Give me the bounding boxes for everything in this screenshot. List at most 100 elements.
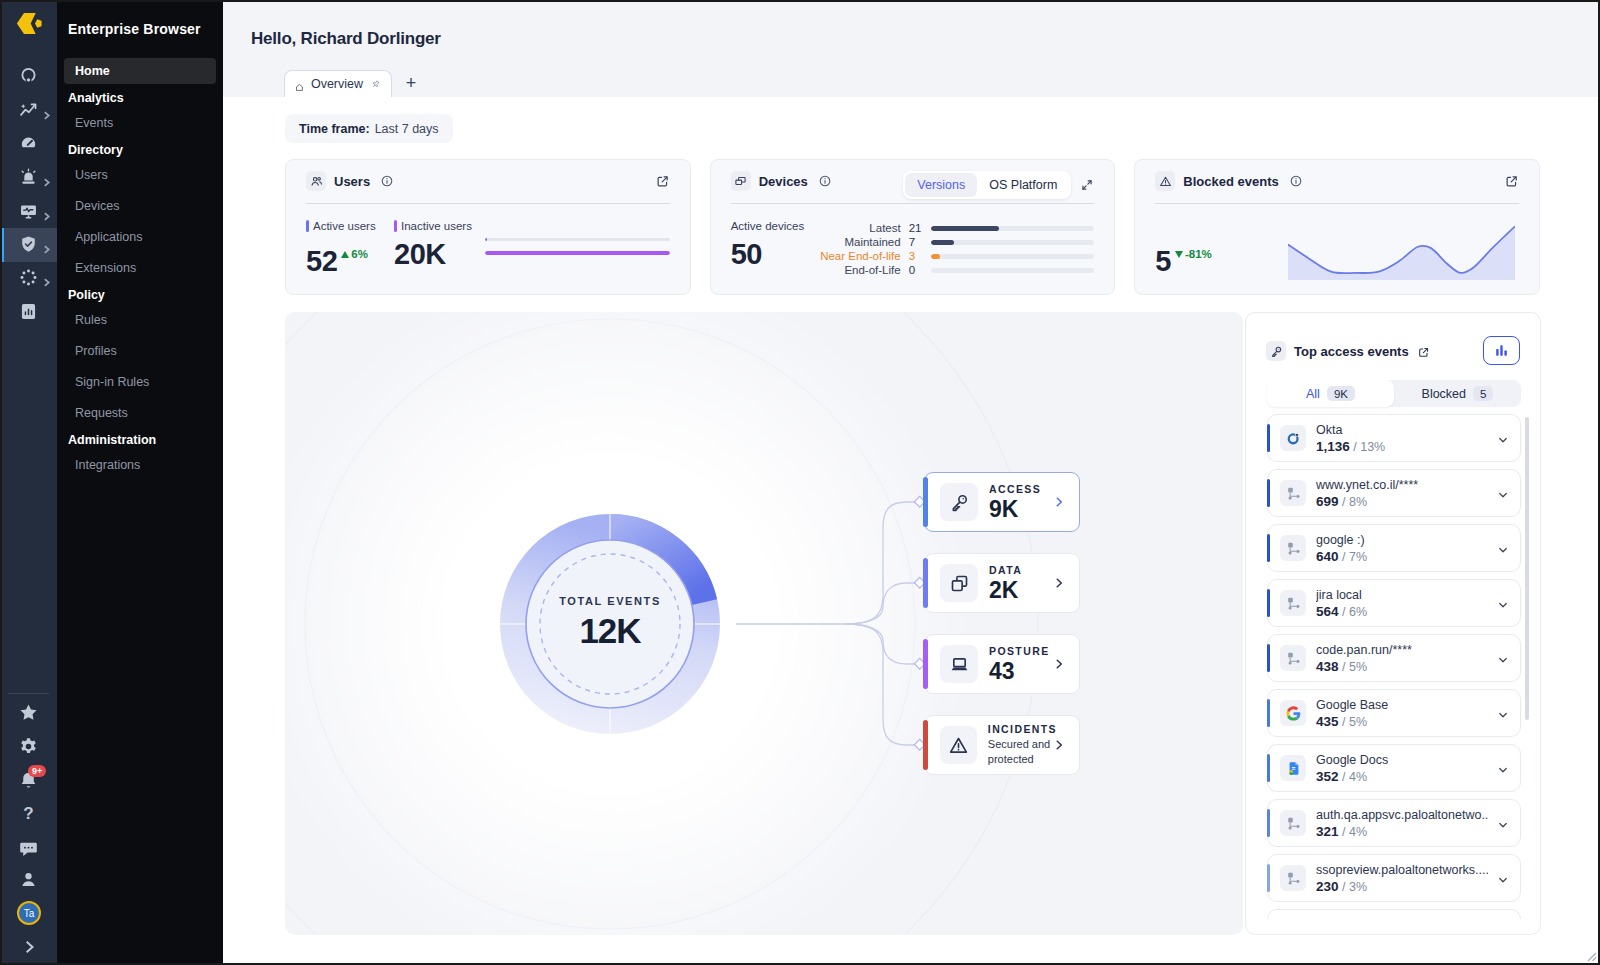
sidebar-item-integrations[interactable]: Integrations (57, 450, 223, 481)
event-name: Okta (1316, 423, 1385, 437)
incidents-node-card[interactable]: INCIDENTS Secured andprotected (924, 715, 1080, 775)
sidebar-item-profiles[interactable]: Profiles (57, 336, 223, 367)
chevron-down-icon[interactable] (1497, 817, 1509, 829)
event-pct: 8% (1349, 495, 1367, 509)
device-row-value: 0 (909, 264, 931, 276)
row-text: jira local564 / 6% (1316, 588, 1367, 619)
sidebar-item-rules[interactable]: Rules (57, 305, 223, 336)
alerts-expand-chevron-icon[interactable] (42, 173, 51, 182)
chevron-down-icon[interactable] (1497, 762, 1509, 774)
warning-triangle-icon (1155, 171, 1175, 191)
tab-label: All (1306, 387, 1320, 401)
user-profile-icon[interactable] (18, 869, 39, 890)
access-event-row[interactable]: jira local564 / 6% (1267, 579, 1521, 627)
chevron-down-icon[interactable] (1497, 707, 1509, 719)
chat-icon[interactable] (18, 838, 39, 859)
data-node-card[interactable]: DATA 2K (924, 553, 1080, 613)
users-external-link-icon[interactable] (655, 174, 670, 189)
access-event-row[interactable]: www.ynet.co.il/****699 / 8% (1267, 469, 1521, 517)
access-accent-bar (923, 477, 928, 527)
top-band: Hello, Richard Dorlinger Overview + (223, 0, 1600, 97)
devices-expand-icon[interactable] (1080, 178, 1094, 192)
settings-gear-icon[interactable] (18, 736, 39, 757)
devices-expand-chevron-icon[interactable] (42, 207, 51, 216)
event-count: 1,136 (1316, 439, 1350, 454)
card-header: Users (306, 171, 670, 191)
users-info-icon[interactable] (380, 174, 394, 188)
user-avatar[interactable]: Ta (17, 901, 41, 925)
policy-expand-chevron-icon[interactable] (42, 240, 51, 249)
sidebar-item-users[interactable]: Users (57, 160, 223, 191)
access-event-row[interactable]: Google Base435 / 5% (1267, 689, 1521, 737)
brand-logo-icon[interactable] (14, 11, 44, 41)
chevron-down-icon[interactable] (1497, 542, 1509, 554)
tab-overview[interactable]: Overview (284, 70, 392, 97)
chevron-down-icon[interactable] (1497, 597, 1509, 609)
access-event-row[interactable]: code.pan.run/****438 / 5% (1267, 634, 1521, 682)
alerts-siren-icon[interactable] (18, 167, 39, 188)
event-stats: 435 / 5% (1316, 714, 1388, 729)
monitoring-icon[interactable] (18, 65, 39, 86)
panel-external-link-icon[interactable] (1417, 345, 1430, 358)
chevron-down-icon[interactable] (1497, 652, 1509, 664)
insights-gauge-icon[interactable] (18, 133, 39, 154)
toggle-versions[interactable]: Versions (905, 173, 977, 197)
analytics-icon[interactable] (18, 100, 39, 121)
desc-line: protected (988, 753, 1034, 765)
toggle-os-platform[interactable]: OS Platform (977, 173, 1069, 197)
chevron-down-icon[interactable] (1497, 432, 1509, 444)
access-event-row[interactable]: ssopreview.paloaltonetworks....230 / 3% (1267, 854, 1521, 902)
card-header: Blocked events (1155, 171, 1519, 191)
access-event-row[interactable]: auth.qa.appsvc.paloaltonetwo...321 / 4% (1267, 799, 1521, 847)
new-tab-button[interactable]: + (399, 71, 423, 95)
home-icon (295, 78, 304, 91)
sidebar-item-applications[interactable]: Applications (57, 222, 223, 253)
favorites-star-icon[interactable] (18, 702, 39, 723)
main-area: Hello, Richard Dorlinger Overview + Time… (223, 0, 1600, 965)
sidebar-item-extensions[interactable]: Extensions (57, 253, 223, 284)
sidebar-item-events[interactable]: Events (57, 108, 223, 139)
active-users-label: Active users (313, 220, 376, 232)
devices-info-icon[interactable] (818, 174, 832, 188)
sidebar-item-requests[interactable]: Requests (57, 398, 223, 429)
access-event-row[interactable]: google :)640 / 7% (1267, 524, 1521, 572)
sidebar-item-devices[interactable]: Devices (57, 191, 223, 222)
card-body: Active devices 50 Latest 21 Maintained (731, 220, 1095, 279)
pin-icon[interactable] (370, 76, 381, 92)
access-event-row[interactable]: Google Docs352 / 4% (1267, 744, 1521, 792)
sidebar-item-home[interactable]: Home (64, 58, 216, 84)
tab-all[interactable]: All 9K (1267, 380, 1394, 407)
extensions-expand-chevron-icon[interactable] (42, 273, 51, 282)
sidebar-item-signin-rules[interactable]: Sign-in Rules (57, 367, 223, 398)
event-stats: 352 / 4% (1316, 769, 1388, 784)
timeframe-chip[interactable]: Time frame: Last 7 days (285, 114, 453, 143)
tab-blocked[interactable]: Blocked 5 (1394, 380, 1521, 407)
blocked-events-info-icon[interactable] (1289, 174, 1303, 188)
analytics-expand-chevron-icon[interactable] (42, 106, 51, 115)
posture-node-card[interactable]: POSTURE 43 (924, 634, 1080, 694)
chevron-down-icon[interactable] (1497, 487, 1509, 499)
chart-view-button[interactable] (1483, 336, 1520, 365)
access-event-row-partial[interactable] (1267, 909, 1521, 919)
policy-shield-icon[interactable] (18, 234, 39, 255)
panel-title: Top access events (1294, 344, 1409, 359)
event-count: 564 (1316, 604, 1339, 619)
extensions-dotted-circle-icon[interactable] (18, 267, 39, 288)
help-icon[interactable]: ? (18, 804, 39, 825)
reports-document-icon[interactable] (18, 301, 39, 322)
icon-rail: 9+ ? Ta (0, 0, 57, 965)
rail-collapse-chevron-icon[interactable] (22, 940, 36, 954)
device-bar-latest (931, 226, 1000, 231)
event-name: www.ynet.co.il/**** (1316, 478, 1418, 492)
blocked-events-sparkline (1288, 221, 1515, 280)
window-resize-corner[interactable] (1585, 950, 1597, 962)
blocked-events-external-link-icon[interactable] (1504, 174, 1519, 189)
event-stats: 321 / 4% (1316, 824, 1488, 839)
access-event-row[interactable]: Okta1,136 / 13% (1267, 414, 1521, 462)
chevron-down-icon[interactable] (1497, 872, 1509, 884)
panel-scrollbar[interactable] (1525, 417, 1529, 720)
devices-view-toggle: Versions OS Platform (903, 171, 1071, 199)
devices-monitor-icon[interactable] (18, 201, 39, 222)
stat-cards-row: Users Active users 526% (285, 159, 1540, 295)
access-node-card[interactable]: ACCESS 9K (924, 472, 1080, 532)
